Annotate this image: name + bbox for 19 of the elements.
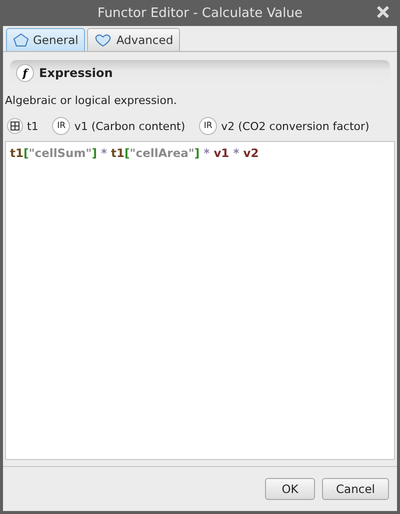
variable-name: v2 (CO2 conversion factor) — [221, 120, 370, 132]
pentagon-icon — [13, 33, 29, 47]
variable-name: t1 — [27, 120, 38, 132]
variable-name: v1 (Carbon content) — [74, 120, 186, 132]
table-icon — [7, 118, 23, 134]
tab[interactable]: General — [6, 28, 86, 51]
function-icon: f — [16, 64, 34, 82]
expression-editor[interactable]: t1["cellSum"] * t1["cellArea"] * v1 * v2 — [5, 141, 395, 460]
cancel-button[interactable]: Cancel — [322, 478, 389, 500]
heart-icon — [94, 33, 112, 47]
tab[interactable]: Advanced — [87, 28, 180, 51]
ok-button[interactable]: OK — [265, 478, 316, 500]
variable-badge: IR — [52, 117, 70, 135]
variable-badge: IR — [199, 117, 218, 135]
close-button[interactable] — [375, 4, 391, 20]
section-title: Expression — [39, 66, 113, 80]
window-title: Functor Editor - Calculate Value — [98, 6, 302, 20]
expression-code: t1["cellSum"] * t1["cellArea"] * v1 * v2 — [10, 146, 260, 160]
description: Algebraic or logical expression. — [5, 94, 178, 107]
